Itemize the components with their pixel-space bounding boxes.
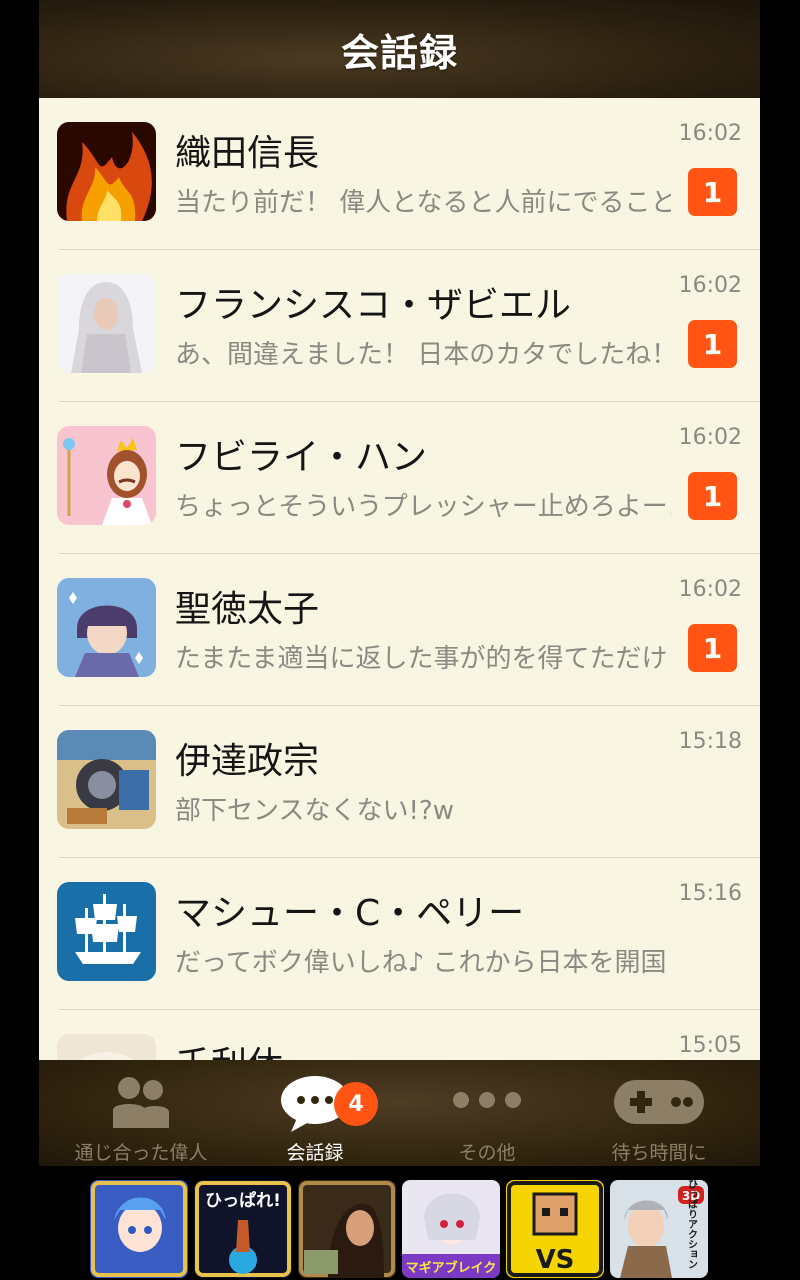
- ad-game-6[interactable]: 3D ひっぱりアクション: [610, 1180, 708, 1278]
- tab-conversations[interactable]: 会話録: [225, 1060, 405, 1166]
- message-preview: 当たり前だ！ 偉人となると人前にでること: [175, 188, 671, 218]
- timestamp: 16:02: [678, 273, 742, 298]
- ad-title: ひっぱれ!: [205, 1190, 281, 1211]
- contact-name: マシュー・C・ペリー: [175, 893, 525, 934]
- ad-banner-strip: ひっぱれ! マギアブレイク VS 3D ひっぱりアクション: [0, 1166, 800, 1280]
- message-preview: たまたま適当に返した事が的を得てただけ: [175, 644, 668, 674]
- ad-game-1[interactable]: [90, 1180, 188, 1278]
- contact-name: 織田信長: [175, 133, 320, 174]
- conversation-item-rikyu[interactable]: 千利休 15:05: [39, 1010, 760, 1060]
- people-icon: [111, 1074, 171, 1132]
- ad-game-2[interactable]: ひっぱれ!: [194, 1180, 292, 1278]
- message-preview: ちょっとそういうプレッシャー止めろよー…: [175, 492, 671, 522]
- header-bar: 会話録: [39, 0, 760, 98]
- timestamp: 15:05: [678, 1033, 742, 1058]
- ship-avatar: [57, 882, 156, 981]
- message-preview: あ、間違えました！ 日本のカタでしたね！: [175, 340, 671, 370]
- tab-people[interactable]: 通じ合った偉人: [51, 1060, 231, 1166]
- contact-name: 伊達政宗: [175, 741, 320, 782]
- fire-avatar: [57, 122, 156, 221]
- machine-avatar: [57, 730, 156, 829]
- unread-badge: 1: [688, 624, 737, 672]
- tab-label: 会話録: [286, 1142, 344, 1164]
- more-dots-icon: [451, 1090, 523, 1114]
- ad-title: VS: [536, 1245, 575, 1275]
- message-preview: 部下センスなくない!?w: [175, 796, 454, 826]
- tab-other[interactable]: その他: [397, 1060, 577, 1166]
- contact-name: フビライ・ハン: [175, 437, 428, 478]
- ad-title: マギアブレイク: [406, 1260, 497, 1276]
- ad-game-5[interactable]: VS: [506, 1180, 604, 1278]
- conversation-item-kublai[interactable]: フビライ・ハン ちょっとそういうプレッシャー止めろよー… 16:02 1: [39, 402, 760, 554]
- conversation-item-oda[interactable]: 織田信長 当たり前だ！ 偉人となると人前にでること 16:02 1: [39, 98, 760, 250]
- unread-badge: 1: [688, 320, 737, 368]
- conversation-item-xavier[interactable]: フランシスコ・ザビエル あ、間違えました！ 日本のカタでしたね！ 16:02 1: [39, 250, 760, 402]
- conversations-count-badge: 4: [334, 1082, 378, 1126]
- timestamp: 16:02: [678, 121, 742, 146]
- madonna-avatar: [57, 274, 156, 373]
- page-title: 会話録: [340, 30, 458, 75]
- conversation-item-shotoku[interactable]: 聖徳太子 たまたま適当に返した事が的を得てただけ 16:02 1: [39, 554, 760, 706]
- unread-badge: 1: [688, 472, 737, 520]
- conversation-item-date[interactable]: 伊達政宗 部下センスなくない!?w 15:18: [39, 706, 760, 858]
- tea-avatar: [57, 1034, 156, 1060]
- contact-name: 千利休: [175, 1036, 283, 1060]
- gamepad-icon: [614, 1080, 704, 1128]
- conversation-item-perry[interactable]: マシュー・C・ペリー だってボク偉いしね♪ これから日本を開国 15:16: [39, 858, 760, 1010]
- ad-game-4[interactable]: マギアブレイク: [402, 1180, 500, 1278]
- timestamp: 15:16: [678, 881, 742, 906]
- timestamp: 16:02: [678, 425, 742, 450]
- ad-game-3[interactable]: [298, 1180, 396, 1278]
- contact-name: 聖徳太子: [175, 589, 320, 630]
- timestamp: 15:18: [678, 729, 742, 754]
- message-preview: だってボク偉いしね♪ これから日本を開国: [175, 948, 667, 978]
- contact-name: フランシスコ・ザビエル: [175, 285, 572, 326]
- tab-label: 待ち時間に: [611, 1142, 707, 1164]
- conversation-list[interactable]: 織田信長 当たり前だ！ 偉人となると人前にでること 16:02 1 フランシスコ…: [39, 98, 760, 1060]
- tab-games[interactable]: 待ち時間に: [569, 1060, 749, 1166]
- tab-label: 通じ合った偉人: [74, 1142, 208, 1164]
- princess-avatar: [57, 426, 156, 525]
- ad-title: ひっぱりアクション: [686, 1180, 698, 1269]
- bottom-tab-bar: 通じ合った偉人 会話録 その他 待ち時間に: [39, 1060, 760, 1166]
- app-screen: 会話録 織田信長 当たり前だ！ 偉人となると人前にでること 16:02 1 フラ…: [39, 0, 760, 1280]
- timestamp: 16:02: [678, 577, 742, 602]
- anime-avatar: [57, 578, 156, 677]
- unread-badge: 1: [688, 168, 737, 216]
- tab-label: その他: [458, 1142, 516, 1164]
